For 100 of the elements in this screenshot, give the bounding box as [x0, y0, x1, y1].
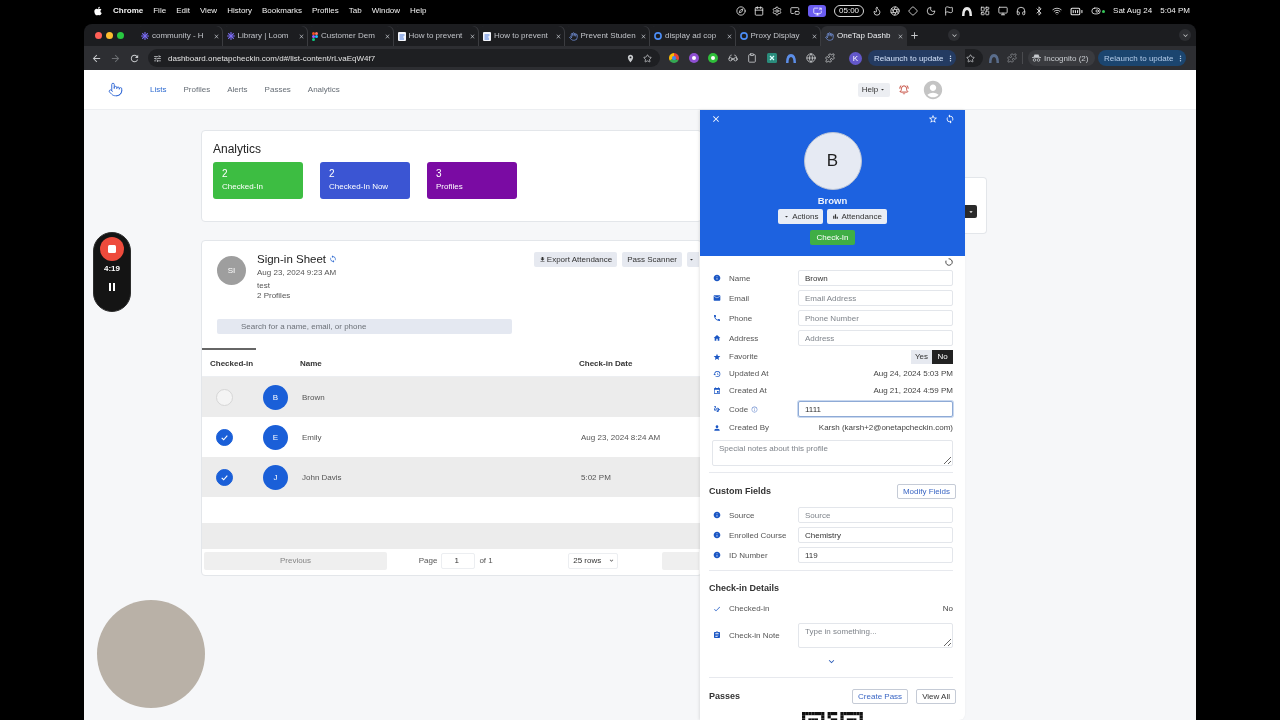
apple-logo-icon[interactable]	[93, 6, 103, 16]
stat-tile[interactable]: 3 Profiles	[427, 162, 517, 199]
checkbox[interactable]	[216, 468, 233, 486]
checkbox[interactable]	[216, 428, 233, 446]
compass-icon[interactable]	[736, 6, 746, 16]
stat-tile[interactable]: 2 Checked-In Now	[320, 162, 410, 199]
clipboard-icon[interactable]	[747, 53, 757, 63]
browser-tab[interactable]: display ad cop	[650, 26, 736, 46]
actions-button[interactable]: Actions	[778, 209, 824, 224]
menu-item[interactable]: View	[199, 6, 218, 16]
rows-select[interactable]: 25 rows	[568, 552, 619, 569]
moon-icon[interactable]	[926, 6, 937, 16]
browser-tab[interactable]: Customer Dem	[308, 26, 394, 46]
star-icon[interactable]	[928, 114, 938, 124]
wifi-icon[interactable]	[1052, 6, 1063, 16]
picture-in-picture-icon[interactable]	[790, 6, 800, 16]
menu-item[interactable]: Window	[371, 6, 401, 16]
notes-field[interactable]: Special notes about this profile	[712, 440, 953, 466]
reload-icon[interactable]	[129, 52, 140, 64]
color-wheel-icon[interactable]	[669, 53, 679, 63]
settings-icon[interactable]	[772, 6, 782, 16]
close-icon[interactable]	[896, 32, 904, 40]
toggle-option[interactable]: No	[932, 349, 953, 364]
bookmark-star-icon[interactable]	[643, 53, 652, 63]
forward-icon[interactable]	[110, 52, 121, 64]
circle-icon[interactable]	[688, 53, 699, 63]
close-icon[interactable]	[711, 114, 721, 124]
nav-link[interactable]: Analytics	[307, 85, 340, 94]
table-row[interactable]: B Brown	[202, 377, 701, 417]
close-icon[interactable]	[383, 32, 391, 40]
sync-icon[interactable]	[945, 114, 955, 124]
nav-link[interactable]: Profiles	[183, 85, 211, 94]
close-icon[interactable]	[469, 32, 476, 40]
browser-tab[interactable]: How to prevent	[393, 26, 479, 46]
text-field[interactable]: Email Address	[798, 290, 953, 306]
flag-icon[interactable]	[944, 6, 955, 16]
circle-icon[interactable]	[708, 53, 718, 63]
browser-tab[interactable]: Proxy Display	[735, 26, 821, 46]
browser-tab[interactable]: Library | Loom	[222, 26, 308, 46]
back-icon[interactable]	[91, 52, 102, 64]
tab-search-button[interactable]	[948, 29, 960, 41]
layout-icon[interactable]	[980, 6, 991, 16]
text-field[interactable]: Chemistry	[798, 527, 953, 543]
browser-tab[interactable]: How to prevent	[479, 26, 565, 46]
profile-avatar[interactable]: K	[849, 51, 862, 65]
view-all-button[interactable]: View All	[916, 688, 956, 704]
close-icon[interactable]	[725, 32, 733, 40]
browser-tab[interactable]: community - H	[137, 26, 223, 46]
dropdown-button[interactable]	[965, 205, 977, 218]
menu-item[interactable]: History	[227, 6, 252, 16]
menu-item[interactable]: Profiles	[312, 6, 339, 16]
nav-link[interactable]: Passes	[264, 85, 291, 94]
column-header[interactable]: Name	[292, 348, 571, 376]
globe-icon[interactable]	[805, 53, 816, 63]
create-pass-button[interactable]: Create Pass	[852, 688, 909, 704]
text-field[interactable]: Phone Number	[798, 310, 953, 326]
pass-scanner-button[interactable]: Pass Scanner	[622, 252, 682, 267]
screen-share-icon[interactable]	[808, 5, 826, 17]
close-icon[interactable]	[640, 32, 647, 40]
text-field[interactable]: Address	[798, 330, 953, 346]
menu-item[interactable]: Tab	[348, 6, 362, 16]
tune-icon[interactable]	[153, 53, 162, 63]
puzzle-icon[interactable]	[1007, 53, 1017, 63]
stop-recording-button[interactable]	[100, 237, 124, 261]
close-window-icon[interactable]	[94, 31, 102, 39]
attendance-button[interactable]: Attendance	[827, 209, 887, 224]
relaunch-button[interactable]: Relaunch to update	[868, 50, 956, 66]
browser-tab[interactable]: Prevent Studen	[564, 26, 650, 46]
bluetooth-icon[interactable]	[1034, 6, 1045, 16]
close-icon[interactable]	[811, 32, 818, 40]
puzzle-icon[interactable]	[825, 53, 835, 63]
menu-item[interactable]: Bookmarks	[262, 6, 303, 16]
page-field[interactable]: 1	[441, 552, 476, 569]
relaunch-button[interactable]: Relaunch to update	[1098, 50, 1186, 66]
note-field[interactable]: Type in something...	[798, 622, 953, 648]
nav-link[interactable]: Alerts	[227, 85, 248, 94]
monitor-icon[interactable]	[998, 6, 1009, 16]
flame-icon[interactable]	[872, 6, 883, 16]
text-field[interactable]: 119	[798, 547, 953, 563]
headphones-icon[interactable]	[1016, 6, 1027, 16]
glasses-icon[interactable]	[727, 53, 738, 63]
diamond-icon[interactable]	[908, 6, 919, 16]
tab-search-button[interactable]	[1179, 29, 1191, 41]
menu-bar-date[interactable]: Sat Aug 24	[1113, 6, 1153, 16]
hand-pointer-icon[interactable]	[108, 82, 123, 97]
sync-icon[interactable]	[329, 255, 338, 263]
arch-icon[interactable]	[962, 6, 973, 16]
close-icon[interactable]	[298, 32, 305, 40]
aperture-icon[interactable]	[890, 6, 901, 16]
bell-icon[interactable]	[899, 84, 909, 95]
close-icon[interactable]	[212, 32, 220, 40]
pause-icon[interactable]	[109, 283, 115, 291]
help-button[interactable]: Help	[858, 82, 890, 97]
bookmark-star-icon[interactable]	[966, 53, 975, 63]
menu-bar-time[interactable]: 5:04 PM	[1160, 6, 1190, 16]
close-icon[interactable]	[554, 32, 562, 40]
modify-fields-button[interactable]: Modify Fields	[896, 483, 956, 499]
address-field[interactable]	[965, 49, 983, 67]
search-field[interactable]: Search for a name, email, or phone	[217, 319, 512, 334]
toggle-option[interactable]: Yes	[911, 349, 932, 364]
